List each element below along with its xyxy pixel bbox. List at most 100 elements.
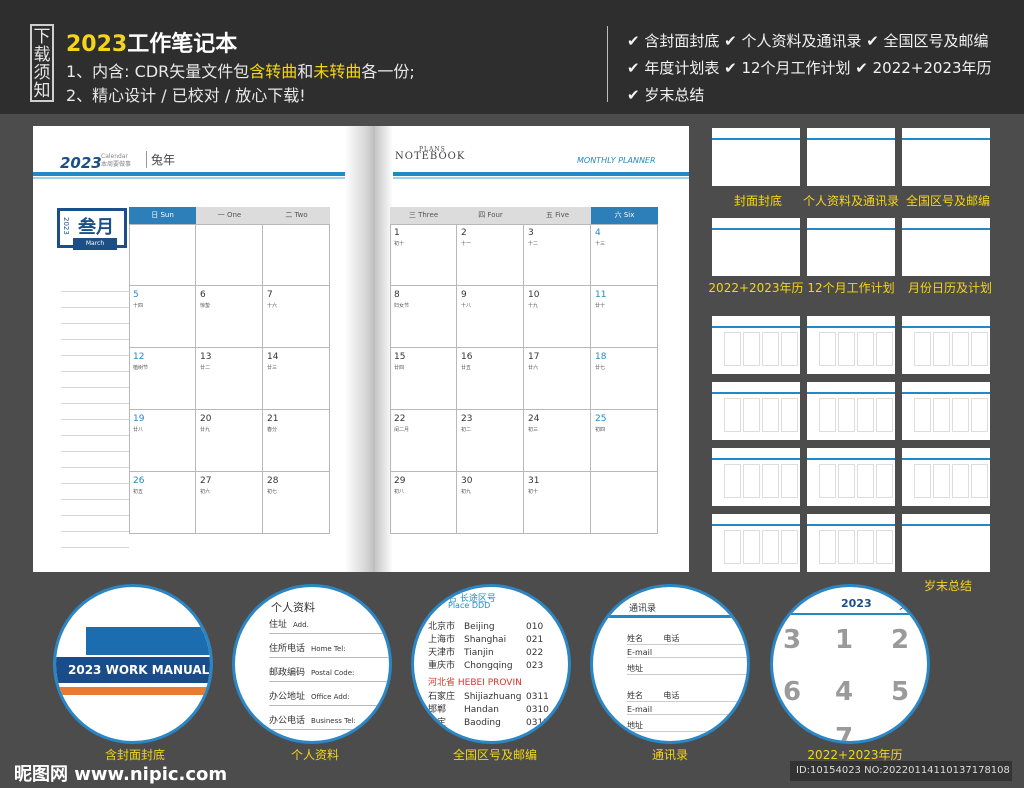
circle-label-contacts: 通讯录: [651, 748, 688, 762]
day-number: 18: [595, 352, 607, 362]
right-calendar-grid: 1 初十 2 十一 3 十二 4 十三 8 妇女节 9 十八 10 十九 11 廿十 15 廿四 16 廿五 17 廿六 1…: [390, 224, 658, 534]
region-cell: Tianjin: [464, 648, 494, 658]
thumbnail-bar: [807, 392, 895, 394]
day-cell: 29 初八: [390, 472, 457, 534]
thumbnail-bar: [712, 138, 800, 140]
lunar-label: 初十: [394, 241, 405, 247]
right-header-notebook: PLANS NOTEBOOK: [395, 146, 465, 162]
month-numeral: 6: [783, 677, 802, 707]
left-calendar-grid: 5 十四 6 惊蛰 7 十六 12 植树节 13 廿二 14 廿三 19 廿八 20 廿九 21 春分 26 初五 27…: [129, 224, 330, 534]
thumbnail-cell: [743, 464, 760, 498]
personal-title: 个人资料: [271, 601, 315, 614]
header-divider: [607, 26, 608, 102]
info-line-1: 1、内含: CDR矢量文件包含转曲和未转曲各一份;: [66, 58, 415, 82]
day-number: 13: [200, 352, 212, 362]
region-cell: 天津市: [428, 648, 456, 658]
day-number: 30: [461, 476, 473, 486]
cal-rabbit: 兔年: [899, 601, 919, 612]
day-cell: 14 廿三: [263, 348, 330, 410]
thumbnail-cell: [952, 398, 969, 432]
thumbnail-cell: [724, 332, 741, 366]
contacts-row: E-mail: [627, 705, 747, 715]
personal-row: 住所电话 Home Tel:: [269, 641, 389, 658]
region-cell: Handan: [464, 705, 499, 715]
lunar-label: 植树节: [133, 365, 149, 371]
thumbnail-page: [807, 448, 895, 506]
cover-orange-bar: [56, 687, 210, 695]
thumbnail-cell: [781, 530, 798, 564]
day-cell: 11 廿十: [591, 286, 658, 348]
weekday-header: 一 One: [196, 207, 263, 224]
left-blue-band: [33, 172, 345, 176]
thumbnail-cell: [857, 530, 874, 564]
thumbnail-page: [807, 514, 895, 572]
thumbnail-cell: [971, 332, 988, 366]
thumbnail-cell: [971, 464, 988, 498]
day-number: 8: [394, 290, 400, 300]
day-cell: 13 廿二: [196, 348, 263, 410]
thumbnail-bar: [807, 228, 895, 230]
day-cell: 6 惊蛰: [196, 286, 263, 348]
thumbnail-cell: [781, 464, 798, 498]
feature-list-1: ✔ 含封面封底 ✔ 个人资料及通讯录 ✔ 全国区号及邮编: [627, 32, 989, 50]
thumbnail-cell: [952, 464, 969, 498]
lunar-label: 十一: [461, 241, 472, 247]
contacts-row: 姓名 电话: [627, 690, 747, 702]
region-cell: 重庆市: [428, 661, 456, 671]
contacts-row: 地址: [627, 720, 747, 732]
day-cell: 22 闰二月: [390, 410, 457, 472]
thumbnail-cell: [914, 332, 931, 366]
thumbnail-cell: [762, 530, 779, 564]
day-cell: 27 初六: [196, 472, 263, 534]
thumbnail-bar: [712, 228, 800, 230]
thumbnail-cell: [743, 332, 760, 366]
thumb-label-summary: 岁末总结: [923, 579, 972, 593]
weekday-header: 六 Six: [591, 207, 658, 224]
contacts-bar: [593, 615, 747, 618]
day-cell: 1 初十: [390, 224, 457, 286]
personal-field-en: Postal Code:: [311, 669, 355, 677]
thumbnail-bar: [902, 326, 990, 328]
note-lines: [61, 276, 129, 548]
region-province: 河北省 HEBEI PROVIN: [428, 678, 522, 688]
lunar-label: 廿七: [595, 365, 606, 371]
day-number: 22: [394, 414, 406, 424]
day-number: 27: [200, 476, 212, 486]
lunar-label: 初九: [461, 489, 472, 495]
month-numeral: 3: [783, 625, 802, 655]
lunar-label: 妇女节: [394, 303, 410, 309]
thumb-label-personal: 个人资料及通讯录: [803, 194, 900, 208]
day-cell: 25 初四: [591, 410, 658, 472]
thumbnail-page: [902, 448, 990, 506]
day-number: 31: [528, 476, 540, 486]
day-number: 29: [394, 476, 406, 486]
download-notice-tag: 下载须知: [30, 24, 54, 102]
thumbnail-bar: [712, 392, 800, 394]
day-cell: 17 廿六: [524, 348, 591, 410]
cover-photo-strip: [86, 627, 210, 655]
cover-title: 2023 WORK MANUAL: [56, 657, 210, 683]
circle-label-region: 全国区号及邮编: [452, 748, 537, 762]
weekday-header: 三 Three: [390, 207, 457, 224]
info-1b: 含转曲: [249, 62, 298, 81]
day-number: 25: [595, 414, 607, 424]
day-cell: 19 廿八: [129, 410, 196, 472]
day-cell: 31 初十: [524, 472, 591, 534]
region-cell: 021: [526, 635, 544, 645]
region-row: 石家庄 Shijiazhuang 0311: [428, 689, 566, 702]
thumbnail-cell: [876, 530, 893, 564]
lunar-label: 春分: [267, 427, 278, 433]
lunar-label: 十六: [267, 303, 278, 309]
contacts-row: 地址: [627, 663, 747, 675]
lunar-label: 廿四: [394, 365, 405, 371]
day-number: 17: [528, 352, 540, 362]
thumbnail-bar: [712, 458, 800, 460]
personal-field-en: Office Add:: [311, 693, 350, 701]
contacts-row: 姓名 电话: [627, 633, 747, 645]
thumbnail-bar: [902, 138, 990, 140]
thumbnail-cell: [743, 398, 760, 432]
info-line-2: 2、精心设计 / 已校对 / 放心下载!: [66, 86, 306, 105]
thumbnail-cell: [838, 332, 855, 366]
thumbnail-cell: [933, 464, 950, 498]
thumbnail-cell: [876, 464, 893, 498]
